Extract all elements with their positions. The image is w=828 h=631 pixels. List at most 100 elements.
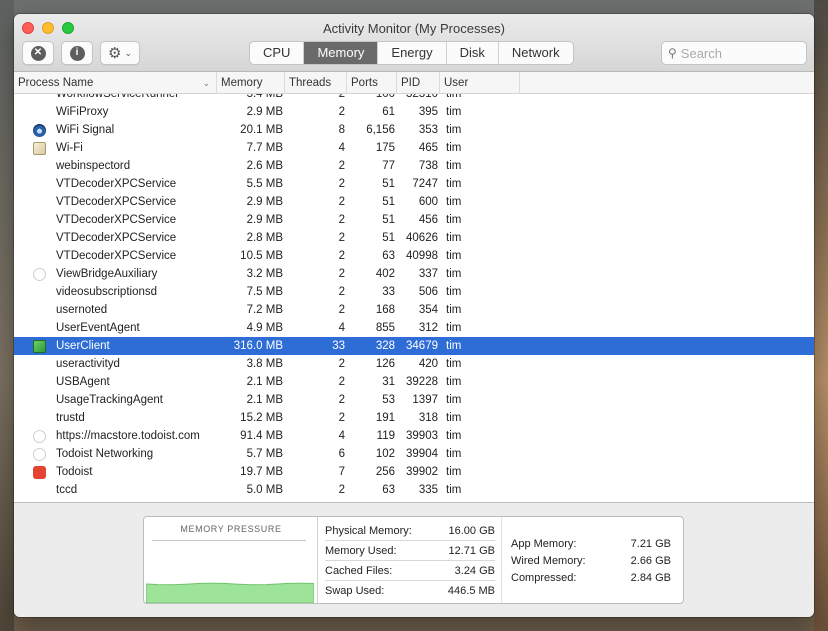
process-table: Process Name ⌄ Memory Threads Ports PID …	[14, 72, 814, 502]
memory-stat-label: Physical Memory:	[325, 524, 412, 537]
user-cell: tim	[446, 232, 462, 244]
process-name-cell: trustd	[56, 412, 85, 424]
threads-cell: 2	[338, 106, 345, 118]
threads-cell: 2	[338, 232, 345, 244]
threads-cell: 2	[338, 286, 345, 298]
process-name-cell: VTDecoderXPCService	[56, 232, 177, 244]
ports-cell: 53	[382, 394, 395, 406]
threads-cell: 2	[338, 376, 345, 388]
table-row[interactable]: UserEventAgent 4.9 MB 4 855 312 tim	[14, 319, 814, 337]
threads-cell: 2	[338, 178, 345, 190]
memory-cell: 20.1 MB	[240, 124, 283, 136]
memory-stat-row: Swap Used: 446.5 MB	[325, 581, 495, 601]
view-app-icon	[33, 267, 46, 281]
inspect-process-button[interactable]: i	[61, 41, 93, 65]
table-row[interactable]: webinspectord 2.6 MB 2 77 738 tim	[14, 157, 814, 175]
process-name-cell: USBAgent	[56, 376, 110, 388]
table-row[interactable]: WiFi Signal 20.1 MB 8 6,156 353 tim	[14, 121, 814, 139]
table-row[interactable]: usernoted 7.2 MB 2 168 354 tim	[14, 301, 814, 319]
pid-cell: 354	[418, 304, 438, 316]
memory-breakdown-value: 7.21 GB	[630, 537, 671, 550]
tab-memory[interactable]: Memory	[304, 42, 379, 64]
column-header-memory[interactable]: Memory	[217, 72, 285, 94]
table-row[interactable]: Wi-Fi 7.7 MB 4 175 465 tim	[14, 139, 814, 157]
action-menu-button[interactable]: ⚙ ⌄	[100, 41, 140, 65]
pid-cell: 420	[418, 358, 438, 370]
column-header-threads[interactable]: Threads	[285, 72, 347, 94]
pid-cell: 39904	[406, 448, 438, 460]
table-row[interactable]: Todoist Networking 5.7 MB 6 102 39904 tim	[14, 445, 814, 463]
memory-stat-label: Swap Used:	[325, 585, 385, 597]
process-icon-cell	[14, 465, 48, 479]
table-row[interactable]: ViewBridgeAuxiliary 3.2 MB 2 402 337 tim	[14, 265, 814, 283]
memory-cell: 2.9 MB	[246, 106, 283, 118]
user-cell: tim	[446, 466, 462, 478]
stop-process-button[interactable]: ✕	[22, 41, 54, 65]
memory-cell: 7.7 MB	[246, 142, 283, 154]
memory-breakdown-value: 2.66 GB	[630, 554, 671, 567]
ports-cell: 51	[382, 178, 395, 190]
user-cell: tim	[446, 178, 462, 190]
memory-cell: 3.2 MB	[246, 268, 283, 280]
threads-cell: 8	[338, 124, 345, 136]
pid-cell: 335	[418, 484, 438, 496]
memory-breakdown-label: App Memory:	[511, 537, 577, 550]
table-row[interactable]: useractivityd 3.8 MB 2 126 420 tim	[14, 355, 814, 373]
table-row[interactable]: VTDecoderXPCService 10.5 MB 2 63 40998 tim	[14, 247, 814, 265]
table-row[interactable]: VTDecoderXPCService 5.5 MB 2 51 7247 tim	[14, 175, 814, 193]
threads-cell: 4	[338, 142, 345, 154]
ports-cell: 31	[382, 376, 395, 388]
threads-cell: 2	[338, 214, 345, 226]
chevron-down-icon: ⌄	[124, 47, 132, 58]
process-name-cell: tccd	[56, 484, 78, 496]
table-row[interactable]: UserClient 316.0 MB 33 328 34679 tim	[14, 337, 814, 355]
table-row[interactable]: VTDecoderXPCService 2.8 MB 2 51 40626 tim	[14, 229, 814, 247]
user-cell: tim	[446, 250, 462, 262]
table-row[interactable]: UsageTrackingAgent 2.1 MB 2 53 1397 tim	[14, 391, 814, 409]
memory-cell: 5.5 MB	[246, 178, 283, 190]
ports-cell: 328	[375, 340, 395, 352]
search-icon: ⚲	[668, 46, 677, 60]
user-cell: tim	[446, 268, 462, 280]
search-field[interactable]: ⚲	[661, 41, 807, 65]
column-header-ports[interactable]: Ports	[347, 72, 397, 94]
threads-cell: 2	[338, 412, 345, 424]
table-row[interactable]: WiFiProxy 2.9 MB 2 61 395 tim	[14, 103, 814, 121]
pid-cell: 506	[418, 286, 438, 298]
column-header-process-name[interactable]: Process Name ⌄	[14, 72, 217, 94]
table-row[interactable]: USBAgent 2.1 MB 2 31 39228 tim	[14, 373, 814, 391]
info-circle-icon: i	[69, 45, 85, 61]
process-name-cell: https://macstore.todoist.com	[56, 430, 200, 442]
column-header-user[interactable]: User	[440, 72, 520, 94]
table-row[interactable]: videosubscriptionsd 7.5 MB 2 33 506 tim	[14, 283, 814, 301]
table-row[interactable]: tccd 5.0 MB 2 63 335 tim	[14, 481, 814, 499]
process-name-cell: Wi-Fi	[56, 142, 83, 154]
table-row[interactable]: VTDecoderXPCService 2.9 MB 2 51 600 tim	[14, 193, 814, 211]
tab-disk[interactable]: Disk	[447, 42, 499, 64]
user-cell: tim	[446, 484, 462, 496]
search-input[interactable]	[680, 45, 791, 61]
column-header-pid[interactable]: PID	[397, 72, 440, 94]
memory-pressure-label: MEMORY PRESSURE	[180, 524, 282, 534]
desktop-background-left	[0, 0, 14, 631]
process-name-cell: ViewBridgeAuxiliary	[56, 268, 158, 280]
tab-cpu[interactable]: CPU	[250, 42, 305, 64]
table-row[interactable]: https://macstore.todoist.com 91.4 MB 4 119 3…	[14, 427, 814, 445]
tab-energy[interactable]: Energy	[378, 42, 447, 64]
user-cell: tim	[446, 94, 462, 100]
user-cell: tim	[446, 340, 462, 352]
ports-cell: 6,156	[366, 124, 395, 136]
ports-cell: 191	[375, 412, 395, 424]
process-icon-cell	[14, 447, 48, 461]
table-row[interactable]: Todoist 19.7 MB 7 256 39902 tim	[14, 463, 814, 481]
table-row[interactable]: trustd 15.2 MB 2 191 318 tim	[14, 409, 814, 427]
threads-cell: 2	[338, 394, 345, 406]
pid-cell: 738	[418, 160, 438, 172]
chevron-down-icon: ⌄	[202, 78, 210, 88]
table-row[interactable]: VTDecoderXPCService 2.9 MB 2 51 456 tim	[14, 211, 814, 229]
process-name-cell: Todoist	[56, 466, 93, 478]
tab-network[interactable]: Network	[499, 42, 573, 64]
memory-breakdown: App Memory: 7.21 GB Wired Memory: 2.66 GB Co…	[511, 535, 671, 586]
memory-stats: Physical Memory: 16.00 GB Memory Used: 12.7…	[325, 521, 495, 601]
table-row[interactable]: WorkflowServiceRunner 3.4 MB 2 100 32310 tim	[14, 94, 814, 103]
